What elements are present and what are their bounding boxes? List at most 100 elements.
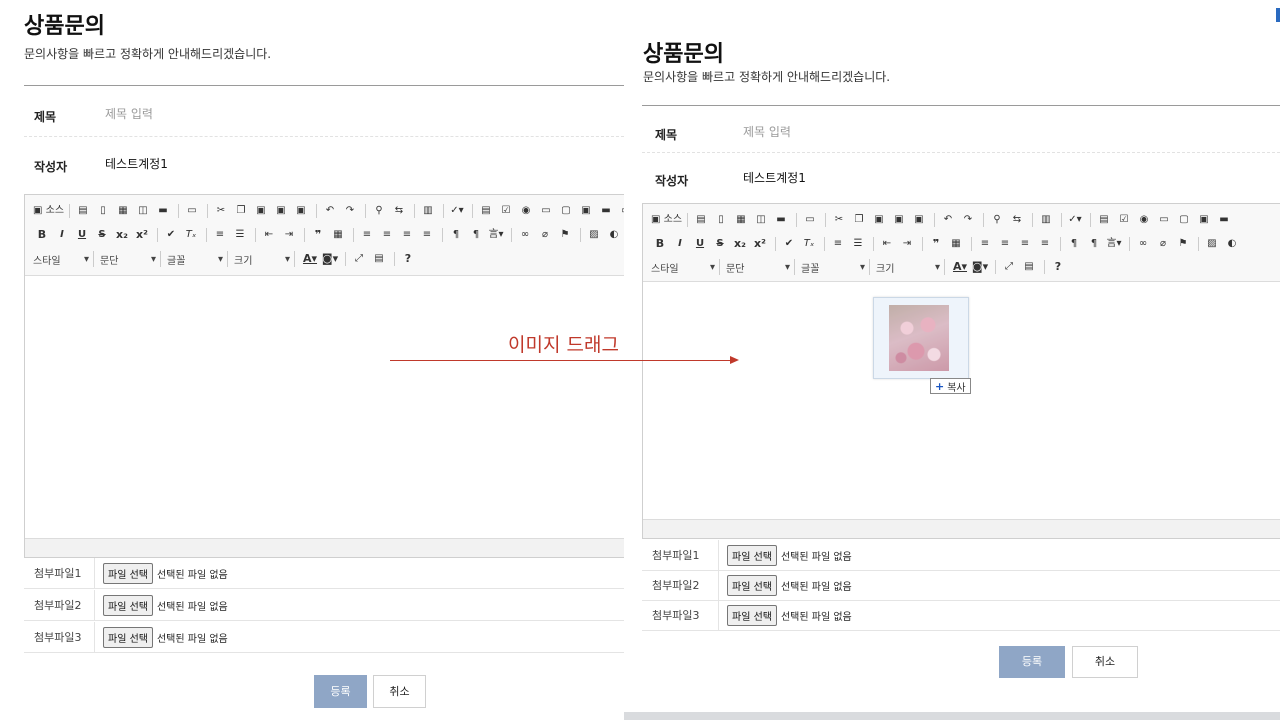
div-icon[interactable]: ▦ [329,226,347,244]
textfield-icon[interactable]: ▭ [1155,211,1173,229]
subject-input[interactable]: 제목 입력 [743,123,791,140]
cut-icon[interactable]: ✂ [830,211,848,229]
subscript-button[interactable]: x₂ [731,235,749,253]
cut-icon[interactable]: ✂ [212,202,230,220]
strike-button[interactable]: S [711,235,729,253]
align-right-icon[interactable]: ≡ [398,226,416,244]
checkbox-icon[interactable]: ☑ [1115,211,1133,229]
numbered-list-icon[interactable]: ≡ [829,235,847,253]
select-all-icon[interactable]: ▥ [1037,211,1055,229]
cancel-button[interactable]: 취소 [1072,646,1138,678]
dragged-image-ghost[interactable] [873,297,969,379]
new-page-icon[interactable]: ▯ [712,211,730,229]
find-icon[interactable]: ⚲ [370,202,388,220]
numbered-list-icon[interactable]: ≡ [211,226,229,244]
redo-icon[interactable]: ↷ [341,202,359,220]
template-icon[interactable]: ▦ [114,202,132,220]
flash-icon[interactable]: ◐ [1223,235,1241,253]
underline-button[interactable]: U [691,235,709,253]
undo-icon[interactable]: ↶ [939,211,957,229]
remove-format-icon[interactable]: Tₓ [182,226,200,244]
show-blocks-icon[interactable]: ▤ [370,250,388,268]
copy-format-icon[interactable]: ✔ [162,226,180,244]
bg-color-button[interactable]: ◙▾ [321,250,339,268]
file-select-button[interactable]: 파일 선택 [727,574,777,596]
find-icon[interactable]: ⚲ [988,211,1006,229]
select-icon[interactable]: ▣ [1195,211,1213,229]
strike-button[interactable]: S [93,226,111,244]
unlink-icon[interactable]: ⌀ [536,226,554,244]
anchor-icon[interactable]: ⚑ [556,226,574,244]
form-icon[interactable]: ▤ [1095,211,1113,229]
replace-icon[interactable]: ⇆ [1008,211,1026,229]
maximize-icon[interactable]: ⤢ [1000,258,1018,276]
paste-word-icon[interactable]: ▣ [292,202,310,220]
bulleted-list-icon[interactable]: ☰ [849,235,867,253]
show-blocks-icon[interactable]: ▤ [1020,258,1038,276]
bg-color-button[interactable]: ◙▾ [971,258,989,276]
preview-icon[interactable]: ◫ [134,202,152,220]
textfield-icon[interactable]: ▭ [537,202,555,220]
help-icon[interactable]: ? [399,250,417,268]
anchor-icon[interactable]: ⚑ [1174,235,1192,253]
paste-text-icon[interactable]: ▣ [890,211,908,229]
style-combo[interactable]: 스타일 ▾ [651,259,720,275]
textarea-icon[interactable]: ▢ [1175,211,1193,229]
copy-icon[interactable]: ❐ [232,202,250,220]
radio-icon[interactable]: ◉ [517,202,535,220]
form-icon[interactable]: ▤ [477,202,495,220]
paste-text-icon[interactable]: ▣ [272,202,290,220]
ltr-icon[interactable]: ¶ [447,226,465,244]
file-select-button[interactable]: 파일 선택 [727,604,777,626]
align-left-icon[interactable]: ≡ [976,235,994,253]
preview-icon[interactable]: ◫ [752,211,770,229]
undo-icon[interactable]: ↶ [321,202,339,220]
maximize-icon[interactable]: ⤢ [350,250,368,268]
blockquote-icon[interactable]: ❞ [309,226,327,244]
align-justify-icon[interactable]: ≡ [1036,235,1054,253]
replace-icon[interactable]: ⇆ [390,202,408,220]
align-center-icon[interactable]: ≡ [378,226,396,244]
bold-button[interactable]: B [33,226,51,244]
ltr-icon[interactable]: ¶ [1065,235,1083,253]
outdent-icon[interactable]: ⇤ [260,226,278,244]
font-combo[interactable]: 글꼴 ▾ [801,259,870,275]
button-icon[interactable]: ▬ [597,202,615,220]
indent-icon[interactable]: ⇥ [898,235,916,253]
paste-icon[interactable]: ▣ [870,211,888,229]
text-color-button[interactable]: A▾ [951,258,969,276]
image-icon[interactable]: ▨ [585,226,603,244]
format-combo[interactable]: 문단 ▾ [726,259,795,275]
bold-button[interactable]: B [651,235,669,253]
imagebutton-icon[interactable]: ▭ [617,202,624,220]
source-button[interactable]: ▣ 소스 [33,202,64,220]
file-select-button[interactable]: 파일 선택 [727,544,777,566]
italic-button[interactable]: I [671,235,689,253]
align-center-icon[interactable]: ≡ [996,235,1014,253]
bulleted-list-icon[interactable]: ☰ [231,226,249,244]
align-justify-icon[interactable]: ≡ [418,226,436,244]
spellcheck-icon[interactable]: ✓▾ [448,202,466,220]
templates-icon[interactable]: ▭ [183,202,201,220]
rtl-icon[interactable]: ¶ [467,226,485,244]
file-select-button[interactable]: 파일 선택 [103,562,153,584]
source-button[interactable]: ▣ 소스 [651,211,682,229]
file-select-button[interactable]: 파일 선택 [103,626,153,648]
div-icon[interactable]: ▦ [947,235,965,253]
link-icon[interactable]: ∞ [516,226,534,244]
style-combo[interactable]: 스타일 ▾ [33,251,94,267]
format-combo[interactable]: 문단 ▾ [100,251,161,267]
align-left-icon[interactable]: ≡ [358,226,376,244]
print-icon[interactable]: ▬ [772,211,790,229]
italic-button[interactable]: I [53,226,71,244]
superscript-button[interactable]: x² [751,235,769,253]
outdent-icon[interactable]: ⇤ [878,235,896,253]
image-icon[interactable]: ▨ [1203,235,1221,253]
language-icon[interactable]: 言▾ [1105,235,1123,253]
size-combo[interactable]: 크기 ▾ [234,251,295,267]
unlink-icon[interactable]: ⌀ [1154,235,1172,253]
button-icon[interactable]: ▬ [1215,211,1233,229]
remove-format-icon[interactable]: Tₓ [800,235,818,253]
paste-icon[interactable]: ▣ [252,202,270,220]
submit-button[interactable]: 등록 [314,675,367,708]
